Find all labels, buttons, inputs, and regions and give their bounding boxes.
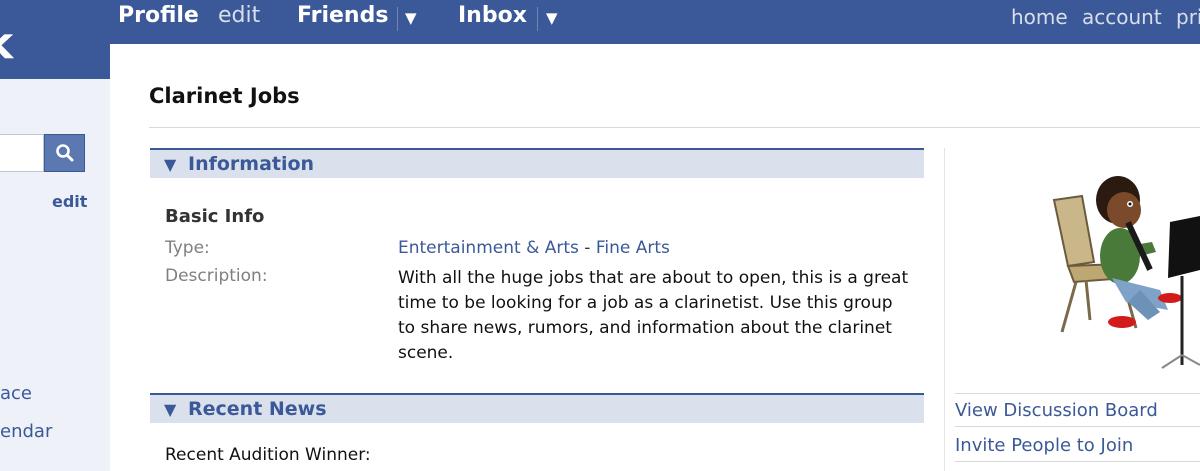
friends-dropdown-icon[interactable]: ▼ [405,9,417,27]
nav-inbox[interactable]: Inbox [458,3,527,28]
search-input[interactable] [0,134,44,172]
left-sidebar: k edit ace endar [0,0,110,471]
sidebar-edit-link[interactable]: edit [52,192,87,211]
logo-text: k [0,18,13,69]
type-subcategory-link[interactable]: Fine Arts [596,238,670,258]
nav-separator [397,7,398,31]
nav-profile-edit[interactable]: edit [218,3,260,28]
search-button[interactable] [44,134,85,172]
nav-account[interactable]: account [1082,5,1162,29]
description-text: With all the huge jobs that are about to… [398,268,909,363]
invite-people-link[interactable]: Invite People to Join [955,430,1200,462]
nav-profile[interactable]: Profile [118,3,199,28]
recent-news-text: Recent Audition Winner: [165,445,371,465]
inbox-dropdown-icon[interactable]: ▼ [546,9,558,27]
basic-info-heading: Basic Info [165,206,265,227]
search-icon [55,144,73,162]
view-discussion-board-link[interactable]: View Discussion Board [955,395,1200,427]
nav-friends[interactable]: Friends [297,3,388,28]
section-header-information[interactable]: ▼ Information [150,148,924,178]
description-label: Description: [165,266,268,286]
type-label: Type: [165,238,210,258]
collapse-triangle-icon: ▼ [164,400,177,419]
divider [149,127,1200,128]
sidebar-item-1[interactable]: ace [0,383,32,404]
group-picture [1052,176,1200,369]
top-navigation: Profile edit Friends ▼ Inbox ▼ home acco… [110,0,1200,44]
nav-separator [537,7,538,31]
type-separator: - [578,238,596,258]
section-title: Information [188,153,315,175]
column-divider [944,148,945,471]
type-value: Entertainment & Arts - Fine Arts [398,238,670,258]
nav-privacy[interactable]: pri [1176,5,1200,29]
logo[interactable]: k [0,0,110,79]
collapse-triangle-icon: ▼ [164,155,177,174]
nav-home[interactable]: home [1011,5,1068,29]
page: k edit ace endar Profile edit Friends ▼ … [0,0,1200,471]
sidebar-item-2[interactable]: endar [0,421,52,442]
section-title: Recent News [188,398,327,420]
section-header-recent-news[interactable]: ▼ Recent News [150,393,924,423]
page-title: Clarinet Jobs [149,84,300,108]
divider [955,393,1200,394]
type-category-link[interactable]: Entertainment & Arts [398,238,579,258]
